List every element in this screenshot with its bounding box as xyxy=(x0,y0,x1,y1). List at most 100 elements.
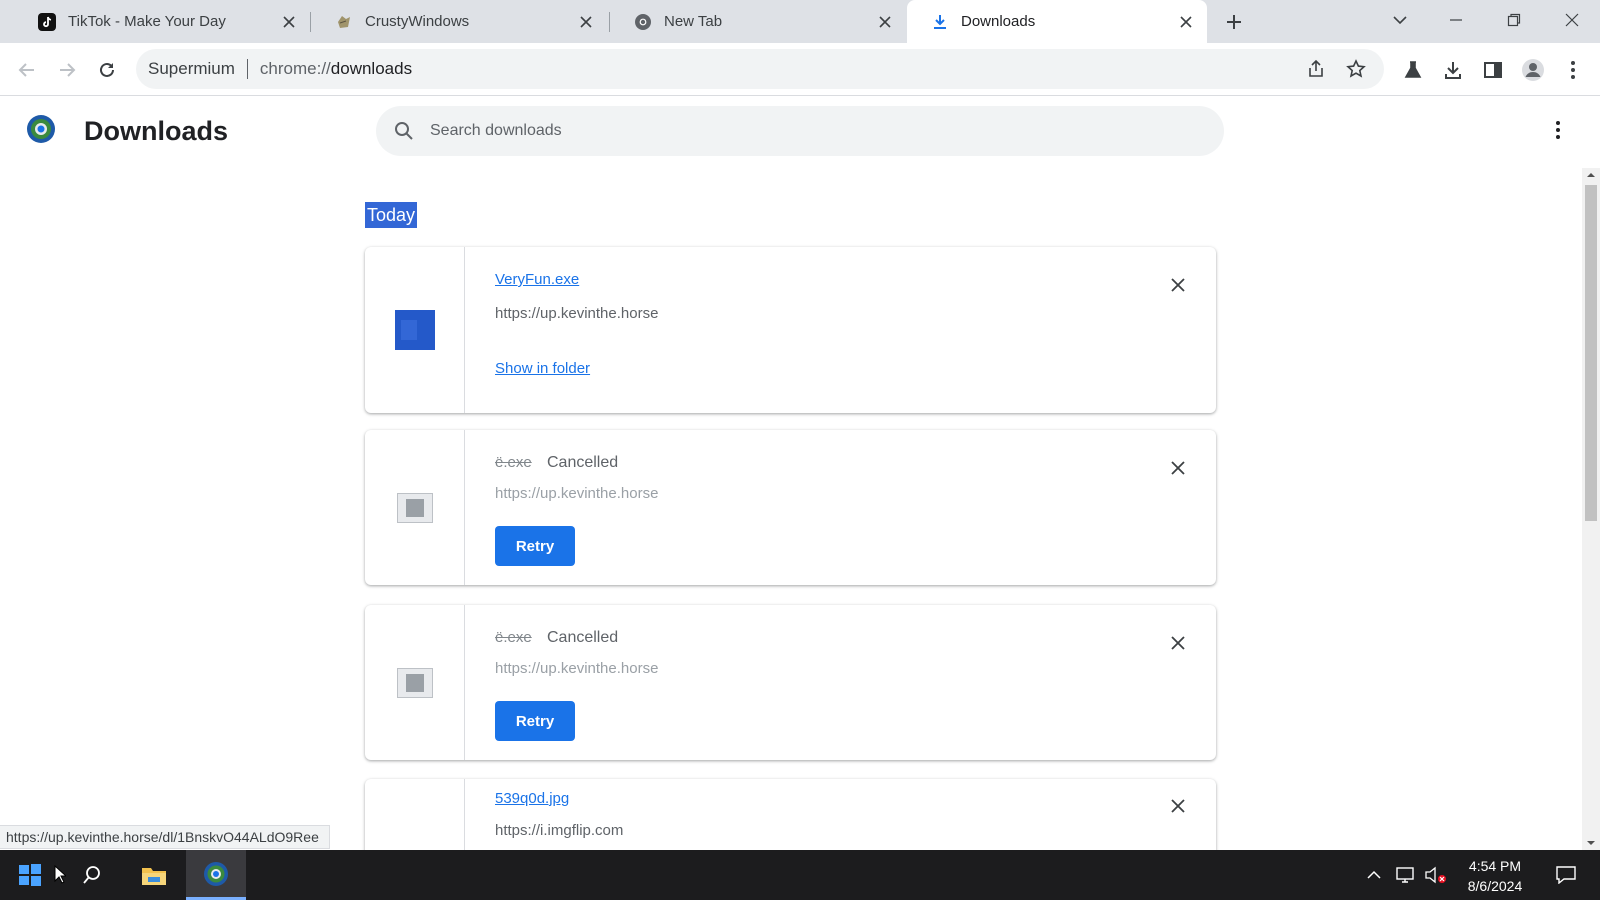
show-in-folder-link[interactable]: Show in folder xyxy=(495,360,590,377)
remove-download-button[interactable] xyxy=(1166,794,1190,818)
taskbar-search-button[interactable] xyxy=(70,850,114,900)
search-icon xyxy=(395,122,413,140)
scrollbar-thumb[interactable] xyxy=(1585,185,1597,521)
scroll-up-arrow-icon[interactable] xyxy=(1582,168,1600,182)
star-icon[interactable] xyxy=(1346,59,1366,84)
plus-icon xyxy=(1227,15,1241,29)
search-box[interactable] xyxy=(376,106,1224,156)
tab-downloads[interactable]: Downloads xyxy=(907,0,1207,43)
scroll-down-arrow-icon[interactable] xyxy=(1582,836,1600,850)
more-vert-icon xyxy=(1556,121,1560,139)
folder-icon xyxy=(142,868,166,885)
download-item: VeryFun.exe https://up.kevinthe.horse Sh… xyxy=(365,247,1216,413)
tab-title: Downloads xyxy=(961,13,1036,30)
omnibox-path: downloads xyxy=(330,59,413,78)
forward-button[interactable] xyxy=(52,55,82,85)
tab-search-button[interactable] xyxy=(1372,0,1428,40)
notifications-button[interactable] xyxy=(1546,850,1586,900)
link-status-bubble: https://up.kevinthe.horse/dl/1BnskvO44AL… xyxy=(0,825,330,849)
restore-icon xyxy=(1507,13,1521,27)
notification-icon xyxy=(1556,866,1576,884)
search-input[interactable] xyxy=(430,122,1190,140)
downloads-header: Downloads xyxy=(0,96,1600,168)
generic-file-icon xyxy=(396,492,433,523)
download-item: ë.exe Cancelled https://up.kevinthe.hors… xyxy=(365,605,1216,760)
download-source-url: https://up.kevinthe.horse xyxy=(495,485,659,502)
close-icon[interactable] xyxy=(874,11,896,33)
file-icon-cell xyxy=(365,779,465,850)
search-icon xyxy=(83,866,100,884)
download-icon xyxy=(931,13,949,31)
supermium-taskbar-button[interactable] xyxy=(186,850,246,900)
page-title: Downloads xyxy=(84,116,229,146)
exe-file-icon xyxy=(394,310,435,350)
tab-title: TikTok - Make Your Day xyxy=(68,13,226,30)
network-tray-button[interactable] xyxy=(1392,850,1420,900)
retry-button[interactable]: Retry xyxy=(495,701,575,741)
close-icon[interactable] xyxy=(1175,11,1197,33)
share-icon[interactable] xyxy=(1306,59,1326,84)
file-icon-cell xyxy=(365,247,465,413)
start-button[interactable] xyxy=(8,850,52,900)
chrome-icon xyxy=(634,13,652,31)
profile-button[interactable] xyxy=(1518,55,1548,85)
tab-crustywindows[interactable]: CrustyWindows xyxy=(311,0,607,43)
taskbar-clock[interactable]: 4:54 PM 8/6/2024 xyxy=(1455,856,1535,896)
close-icon xyxy=(1565,13,1579,27)
downloads-button[interactable] xyxy=(1438,55,1468,85)
download-item: ë.exe Cancelled https://up.kevinthe.hors… xyxy=(365,430,1216,585)
reload-icon xyxy=(100,62,114,77)
file-explorer-button[interactable] xyxy=(128,850,180,900)
restore-button[interactable] xyxy=(1486,0,1542,40)
download-status: Cancelled xyxy=(547,629,619,646)
supermium-logo-icon xyxy=(26,114,56,144)
date-heading: Today xyxy=(365,202,418,228)
minimize-button[interactable] xyxy=(1428,0,1484,40)
address-bar[interactable]: Supermium chrome://downloads xyxy=(136,49,1384,89)
volume-tray-button[interactable] xyxy=(1422,850,1450,900)
show-hidden-icons-button[interactable] xyxy=(1362,850,1386,900)
new-tab-button[interactable] xyxy=(1220,8,1248,36)
avatar-icon xyxy=(1522,59,1544,81)
download-filename-link[interactable]: VeryFun.exe xyxy=(495,271,579,288)
download-status: Cancelled xyxy=(547,454,619,471)
arrow-left-icon xyxy=(18,63,34,77)
download-source-url: https://i.imgflip.com xyxy=(495,822,624,839)
close-icon xyxy=(1171,278,1185,292)
side-panel-icon xyxy=(1484,62,1502,78)
remove-download-button[interactable] xyxy=(1166,631,1190,655)
clock-date: 8/6/2024 xyxy=(1467,878,1523,894)
crustywindows-icon xyxy=(335,13,353,31)
browser-menu-button[interactable] xyxy=(1558,55,1588,85)
back-button[interactable] xyxy=(12,55,42,85)
tab-new-tab[interactable]: New Tab xyxy=(610,0,906,43)
tab-tiktok[interactable]: TikTok - Make Your Day xyxy=(14,0,310,43)
page-scrollbar[interactable] xyxy=(1582,168,1600,850)
omnibox-site-chip: Supermium xyxy=(148,59,235,78)
download-icon xyxy=(1445,62,1461,79)
tab-title: New Tab xyxy=(664,13,723,30)
mouse-cursor-icon xyxy=(50,850,70,900)
minimize-icon xyxy=(1450,19,1462,21)
windows-taskbar: 4:54 PM 8/6/2024 xyxy=(0,850,1600,900)
clock-time: 4:54 PM xyxy=(1468,858,1522,874)
close-icon[interactable] xyxy=(278,11,300,33)
side-panel-button[interactable] xyxy=(1478,55,1508,85)
page-menu-button[interactable] xyxy=(1546,118,1570,142)
more-vert-icon xyxy=(1571,61,1575,79)
labs-button[interactable] xyxy=(1398,55,1428,85)
supermium-icon xyxy=(204,861,228,886)
retry-button[interactable]: Retry xyxy=(495,526,575,566)
reload-button[interactable] xyxy=(92,55,122,85)
tiktok-icon xyxy=(38,12,56,31)
omnibox-scheme: chrome:// xyxy=(259,59,331,78)
download-filename-link[interactable]: 539q0d.jpg xyxy=(495,790,569,807)
download-item: 539q0d.jpg https://i.imgflip.com xyxy=(365,779,1216,850)
close-icon[interactable] xyxy=(575,11,597,33)
close-icon xyxy=(1171,636,1185,650)
remove-download-button[interactable] xyxy=(1166,456,1190,480)
remove-download-button[interactable] xyxy=(1166,273,1190,297)
volume-muted-icon xyxy=(1425,866,1446,884)
window-close-button[interactable] xyxy=(1544,0,1600,40)
download-filename: ë.exe xyxy=(495,454,532,471)
